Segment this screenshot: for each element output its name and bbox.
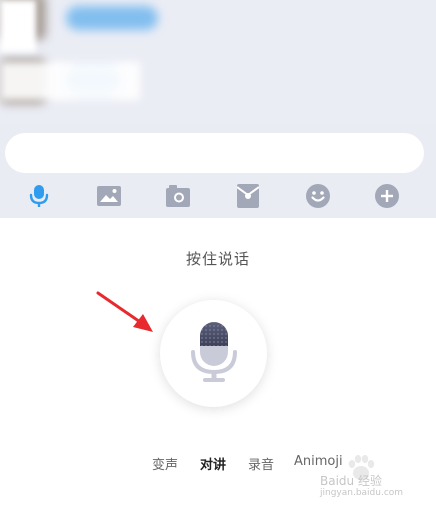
- watermark-brand: Baidu 经验: [320, 474, 382, 488]
- press-to-talk-hint: 按住说话: [185, 250, 250, 268]
- mode-intercom[interactable]: 对讲: [200, 454, 226, 473]
- microphone-icon: [191, 322, 237, 382]
- message-bubble: [66, 6, 158, 30]
- chat-history: [0, 0, 436, 128]
- emoji-icon: [306, 184, 330, 208]
- more-button[interactable]: [372, 182, 402, 210]
- message-input[interactable]: [5, 133, 424, 173]
- plus-icon: [375, 184, 399, 208]
- watermark-url: jingyan.baidu.com: [320, 488, 404, 498]
- image-icon: [97, 186, 121, 206]
- red-packet-icon: [237, 184, 259, 208]
- red-packet-button[interactable]: [233, 182, 263, 210]
- microphone-icon: [29, 185, 49, 207]
- image-button[interactable]: [94, 182, 124, 210]
- blurred-region: [0, 0, 36, 52]
- watermark: Baidu 经验 jingyan.baidu.com: [318, 454, 428, 504]
- red-arrow-annotation: [96, 291, 153, 332]
- blurred-region: [0, 62, 140, 100]
- mode-recording[interactable]: 录音: [248, 454, 274, 473]
- voice-panel: 按住说话 变声 对讲 录音 Animoji Baidu 经验 jingyan.b…: [0, 218, 436, 509]
- voice-button[interactable]: [24, 182, 54, 210]
- camera-button[interactable]: [163, 182, 193, 210]
- emoji-button[interactable]: [303, 182, 333, 210]
- hold-to-talk-button[interactable]: [160, 300, 267, 407]
- mode-voice-change[interactable]: 变声: [152, 454, 178, 473]
- chat-input-bar: [0, 124, 436, 218]
- camera-icon: [166, 185, 190, 207]
- input-toolbar: [0, 182, 436, 210]
